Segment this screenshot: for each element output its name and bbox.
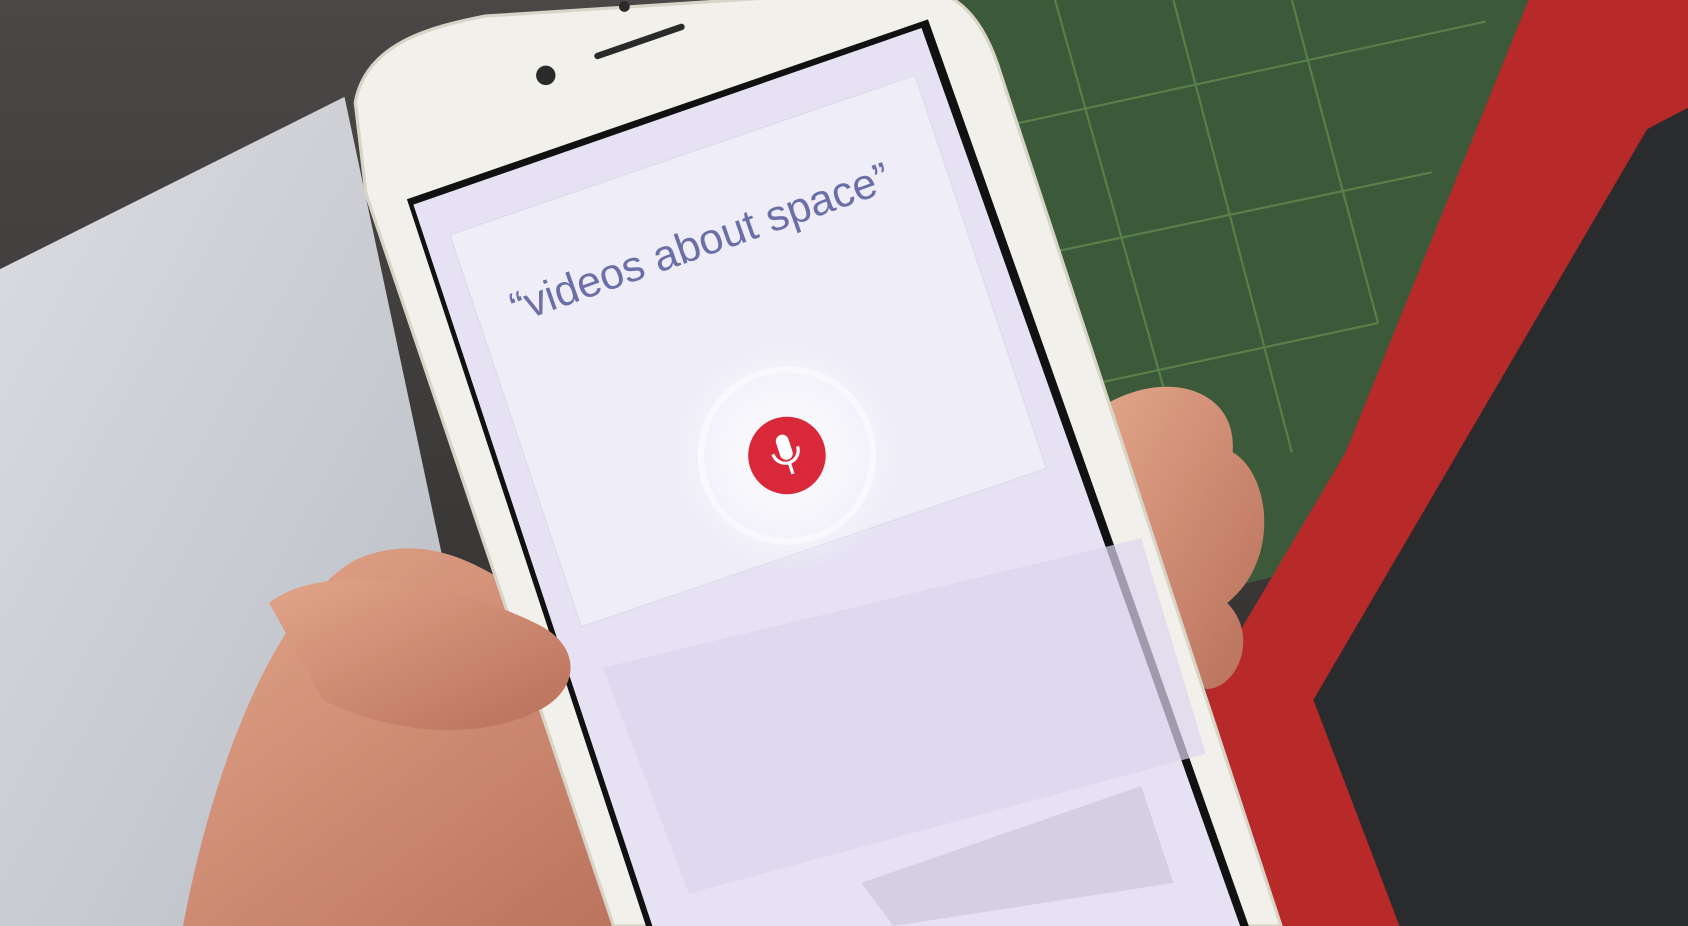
photo-scene: “videos about space” [0,0,1688,926]
mic-button[interactable] [748,416,826,495]
sensor [619,1,630,12]
front-camera [536,65,556,86]
